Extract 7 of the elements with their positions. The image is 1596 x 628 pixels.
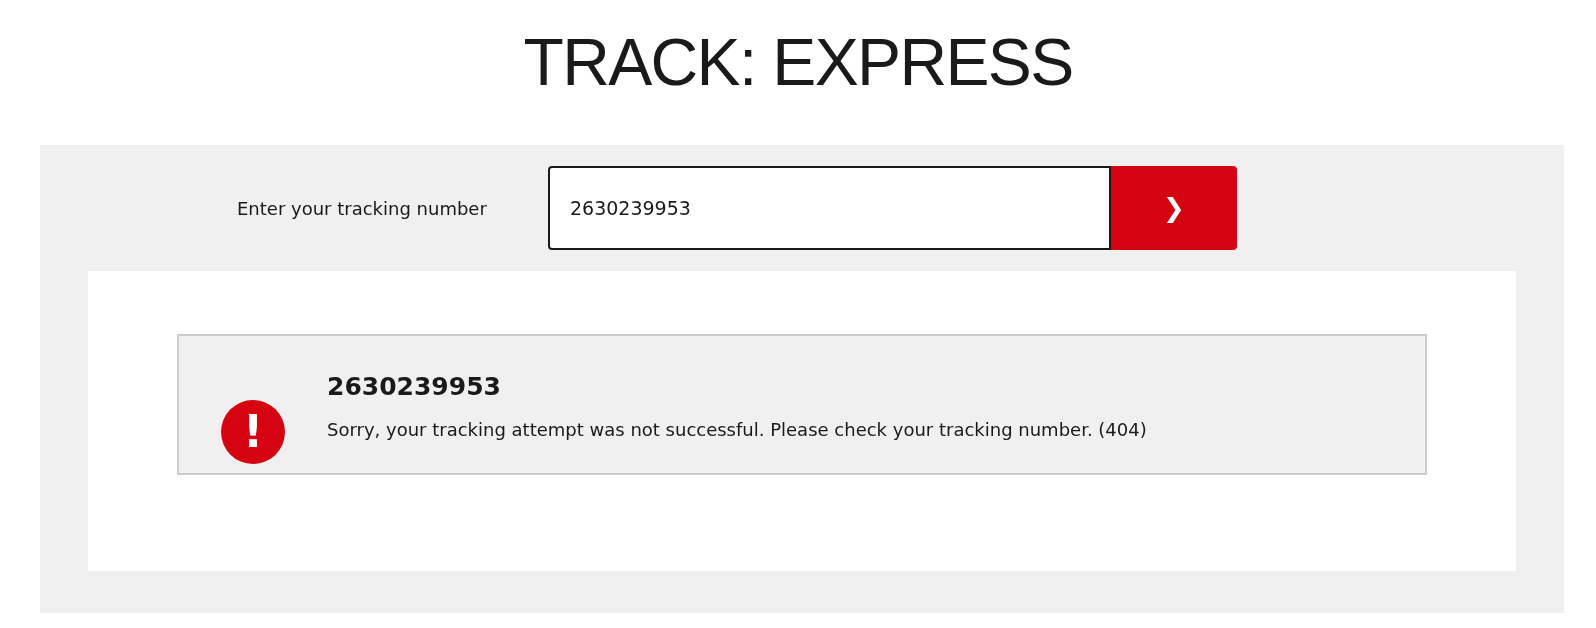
page-title: TRACK: EXPRESS bbox=[522, 24, 1074, 101]
tracking-label: Enter your tracking number bbox=[237, 196, 488, 221]
tracking-input[interactable]: 2630239953 bbox=[548, 166, 1111, 250]
error-icon: ! bbox=[221, 400, 285, 464]
submit-button[interactable]: ❯ bbox=[1111, 166, 1237, 250]
tracking-number-heading: 2630239953 bbox=[327, 371, 502, 403]
error-message: Sorry, your tracking attempt was not successful. Please check your tracking number. (404) bbox=[327, 417, 1147, 442]
